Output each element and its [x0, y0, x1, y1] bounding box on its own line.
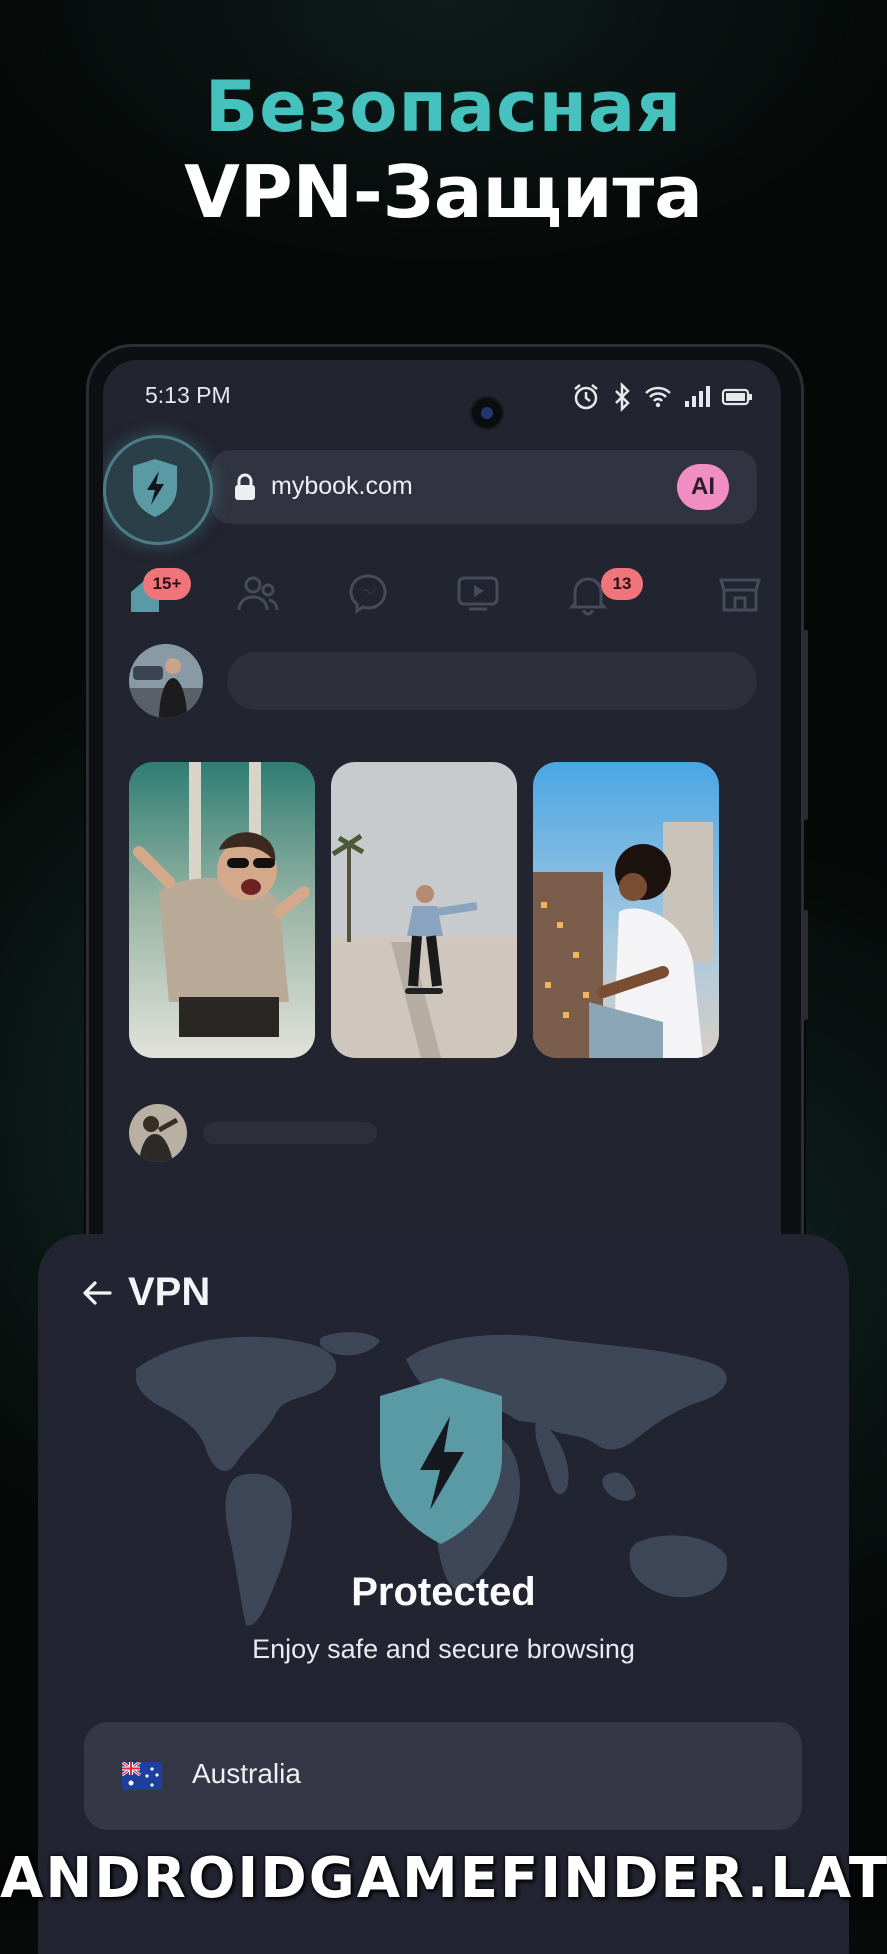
battery-icon	[721, 388, 752, 406]
home-badge: 15+	[143, 568, 191, 600]
avatar[interactable]	[129, 1104, 187, 1162]
status-bar: 5:13 PM	[145, 382, 753, 430]
front-camera	[470, 396, 504, 430]
lock-icon	[235, 473, 255, 500]
story-card[interactable]	[331, 762, 517, 1058]
phone-side-button	[803, 630, 808, 820]
story-card[interactable]	[129, 762, 315, 1058]
messenger-icon	[349, 574, 387, 614]
story-image	[533, 762, 719, 1058]
bluetooth-icon	[615, 382, 630, 412]
country-name: Australia	[192, 1758, 301, 1789]
tab-marketplace[interactable]	[715, 568, 765, 618]
tab-messenger[interactable]	[343, 568, 393, 618]
back-arrow-icon[interactable]	[80, 1276, 114, 1310]
notifications-badge: 13	[601, 568, 643, 600]
video-icon	[457, 576, 499, 611]
story-card[interactable]	[533, 762, 719, 1058]
alarm-icon	[574, 384, 598, 410]
story-image	[331, 762, 517, 1058]
signal-icon	[685, 386, 710, 407]
australia-flag-icon	[122, 1762, 162, 1790]
tab-video[interactable]	[453, 568, 503, 618]
shield-bolt-icon	[380, 1378, 502, 1544]
tab-friends[interactable]	[233, 568, 283, 618]
promo-headline-line1: Безопасная	[204, 66, 683, 148]
avatar-image	[129, 644, 203, 718]
promo-headline-line2: VPN-Защита	[184, 150, 703, 234]
post-placeholder	[203, 1122, 377, 1144]
country-selector[interactable]: Australia	[84, 1722, 802, 1830]
story-image	[129, 762, 315, 1058]
vpn-message: Enjoy safe and secure browsing	[252, 1634, 635, 1664]
vpn-shield-button[interactable]	[103, 435, 213, 545]
status-input[interactable]	[227, 652, 757, 710]
marketplace-icon	[718, 578, 762, 612]
phone-side-button	[803, 910, 808, 1020]
friends-icon	[237, 576, 279, 611]
nav-tabs: 15+ 13	[103, 568, 781, 618]
status-time: 5:13 PM	[145, 382, 231, 408]
shield-bolt-icon	[133, 459, 177, 517]
phone-screen: 5:13 PM mybook.com AI 15+ 13	[103, 360, 781, 1340]
ai-button[interactable]: AI	[677, 464, 729, 510]
wifi-icon	[645, 386, 671, 408]
watermark: ANDROIDGAMEFINDER.LAT	[0, 1846, 887, 1911]
address-bar[interactable]: mybook.com AI	[211, 450, 757, 524]
vpn-title: VPN	[128, 1270, 211, 1314]
url-text[interactable]: mybook.com	[271, 472, 413, 501]
avatar[interactable]	[129, 644, 203, 718]
vpn-status: Protected	[351, 1570, 536, 1614]
avatar-image	[129, 1104, 187, 1162]
